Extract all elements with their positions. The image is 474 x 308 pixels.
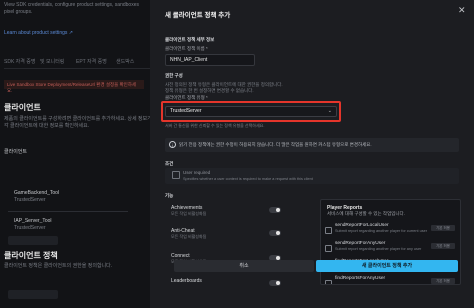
panel-footer: 취소 새 클라이언트 정책 추가 <box>150 255 474 308</box>
action-name: sendReportForAnyUser <box>335 241 386 246</box>
info-text: 읽기 전용 정책에는 권한 수정이 허용되지 않습니다. 더 많은 작업을 원하… <box>179 142 372 147</box>
close-icon[interactable]: ✕ <box>458 6 466 15</box>
conditions-label: 조건 <box>165 161 174 166</box>
add-policy-button[interactable] <box>8 290 58 299</box>
feature-anti-cheat[interactable]: Anti-Cheat 모든 작업 비활성화됨 <box>165 228 285 250</box>
clients-description-cont: 각 클라이언트에 대한 정보를 확인하세요. <box>4 123 90 129</box>
policy-name-label: 클라이언트 정책 이름 * <box>165 46 208 51</box>
section-basic-label: 클라이언트 정책 세부 정보 <box>165 37 215 42</box>
player-reports-subtitle: 서비스에 대해 구성할 수 있는 작업입니다. <box>327 211 405 216</box>
info-icon: i <box>169 141 176 148</box>
default-badge: 기본 허용 <box>431 243 455 249</box>
tab-monitoring[interactable]: 및 모니터링 <box>40 58 64 65</box>
feature-toggle[interactable] <box>269 230 281 236</box>
feature-description: 모든 작업 비활성화됨 <box>171 234 207 239</box>
permission-description-cont: 정책 유형은 한 번 설정하면 변경할 수 없습니다. <box>165 88 254 93</box>
warning-banner: Live Sandbox Store Deployment/ReleaseUrl… <box>4 80 144 93</box>
tab-sandbox[interactable]: 샌드박스 <box>116 58 134 65</box>
features-label: 기능 <box>165 193 174 198</box>
policy-name-input[interactable]: NHN_IAP_Client <box>165 54 255 66</box>
info-banner: i 읽기 전용 정책에는 권한 수정이 허용되지 않습니다. 더 많은 작업을 … <box>165 138 459 152</box>
action-description: Submit report regarding another player f… <box>335 247 422 251</box>
feature-description: 모든 작업 비활성화됨 <box>171 211 207 216</box>
user-required-checkbox[interactable] <box>172 171 180 179</box>
action-name: sendReportForLocalUser <box>335 223 389 228</box>
panel-title: 새 클라이언트 정책 추가 <box>165 12 231 19</box>
clients-description: 제품의 클라이언트를 구성하려면 클라이언트를 추가하세요. 상세 정보가 포함… <box>4 116 167 122</box>
default-badge: 기본 허용 <box>431 225 455 231</box>
action-description: Submit report regarding another player f… <box>335 229 428 233</box>
client-row-divider <box>8 203 128 212</box>
background-page: View SDK credentials, configure product … <box>0 0 167 308</box>
condition-description: Specifies whether a user context is requ… <box>183 177 313 181</box>
client-policies-heading: 클라이언트 정책 <box>4 251 58 260</box>
condition-item: User required Specifies whether a user c… <box>165 168 459 184</box>
cancel-button[interactable]: 취소 <box>174 260 314 272</box>
tab-ept-credentials[interactable]: EPT 자격 증명 <box>76 58 107 65</box>
learn-more-link[interactable]: Learn about product settings ↗ <box>4 30 73 36</box>
tab-sdk-credentials[interactable]: SDK 자격 증명 <box>4 58 35 65</box>
section-permission-label: 권한 구성 <box>165 73 183 78</box>
client-policies-description: 클라이언트 정책은 클라이언트의 권한을 정의합니다. <box>4 263 113 269</box>
bg-tab-bar: SDK 자격 증명 및 모니터링 EPT 자격 증명 샌드박스 <box>4 58 150 69</box>
client-name[interactable]: GameBackend_Tool <box>14 190 59 196</box>
create-policy-button[interactable]: 새 클라이언트 정책 추가 <box>316 260 458 272</box>
add-client-button[interactable] <box>8 236 58 245</box>
action-checkbox[interactable] <box>325 227 332 234</box>
page-description: View SDK credentials, configure product … <box>4 2 139 8</box>
feature-achievements[interactable]: Achievements 모든 작업 비활성화됨 <box>165 205 285 227</box>
page-description-cont: pixel groups. <box>4 9 33 15</box>
policy-type-hint: 서버 간 통신을 위한 신뢰할 수 있는 정책 유형을 선택하세요. <box>165 123 265 128</box>
feature-toggle[interactable] <box>269 207 281 213</box>
clients-heading: 클라이언트 <box>4 103 41 112</box>
client-label: 클라이언트 <box>4 149 28 155</box>
client-type: TrustedServer <box>14 225 46 231</box>
client-name[interactable]: IAP_Server_Tool <box>14 218 52 224</box>
action-checkbox[interactable] <box>325 245 332 252</box>
condition-name: User required <box>183 170 211 175</box>
action-item[interactable]: sendReportForLocalUser Submit report reg… <box>321 223 460 239</box>
highlight-box <box>161 101 341 122</box>
